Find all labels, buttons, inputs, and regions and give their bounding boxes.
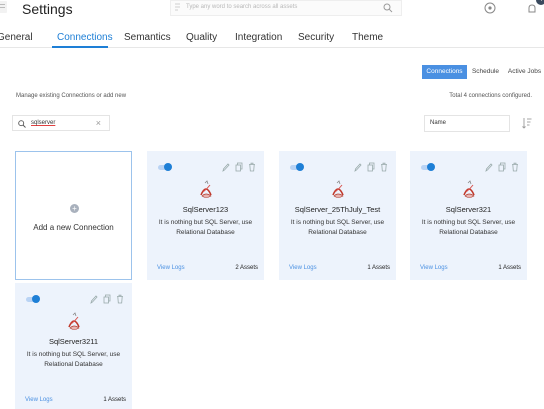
clear-filter-icon[interactable]: × xyxy=(96,118,101,128)
enable-toggle[interactable] xyxy=(158,163,172,171)
pencil-icon[interactable] xyxy=(222,162,230,172)
connection-description: It is nothing but SQL Server, use Relati… xyxy=(158,219,253,236)
connection-name: SqlServer321 xyxy=(445,205,492,214)
plus-icon: + xyxy=(70,204,79,213)
connection-filter-input[interactable]: sqlserver × xyxy=(12,115,110,131)
connection-card[interactable]: SqlServer321 It is nothing but SQL Serve… xyxy=(410,151,527,280)
view-toggle: Connections Schedule Active Jobs xyxy=(422,65,544,79)
view-logs-link[interactable]: View Logs xyxy=(420,265,448,271)
view-logs-link[interactable]: View Logs xyxy=(25,397,53,403)
connection-card[interactable]: SqlServer_25ThJuly_Test It is nothing bu… xyxy=(279,151,396,280)
tab-theme[interactable]: Theme xyxy=(352,32,383,43)
filter-value: sqlserver xyxy=(31,120,56,126)
asset-count: 1 Assets xyxy=(103,397,126,403)
enable-toggle[interactable] xyxy=(421,163,435,171)
pencil-icon[interactable] xyxy=(485,162,493,172)
search-icon xyxy=(18,120,26,128)
sort-value: Name xyxy=(430,120,447,126)
copy-icon[interactable] xyxy=(498,162,506,172)
view-logs-link[interactable]: View Logs xyxy=(289,265,317,271)
trash-icon[interactable] xyxy=(116,294,124,304)
add-connection-card[interactable]: + Add a new Connection xyxy=(15,151,132,280)
view-connections-button[interactable]: Connections xyxy=(422,65,467,79)
tab-quality[interactable]: Quality xyxy=(186,32,217,43)
tab-connections[interactable]: Connections xyxy=(57,32,113,43)
sort-select[interactable]: Name xyxy=(424,115,510,132)
filter-icon xyxy=(175,3,180,11)
copy-icon[interactable] xyxy=(367,162,375,172)
page-title: Settings xyxy=(22,1,73,17)
pencil-icon[interactable] xyxy=(354,162,362,172)
tab-semantics[interactable]: Semantics xyxy=(124,32,171,43)
pencil-icon[interactable] xyxy=(90,294,98,304)
trash-icon[interactable] xyxy=(511,162,519,172)
tab-security[interactable]: Security xyxy=(298,32,334,43)
view-active-jobs-button[interactable]: Active Jobs xyxy=(505,65,544,79)
connection-card[interactable]: SqlServer123 It is nothing but SQL Serve… xyxy=(147,151,264,280)
view-logs-link[interactable]: View Logs xyxy=(157,265,185,271)
tab-general[interactable]: General xyxy=(0,32,33,43)
enable-toggle[interactable] xyxy=(290,163,304,171)
connection-description: It is nothing but SQL Server, use Relati… xyxy=(421,219,516,236)
connection-card[interactable]: SqlServer3211 It is nothing but SQL Serv… xyxy=(15,283,132,409)
app-header: Settings Type any word to search across … xyxy=(0,0,544,20)
settings-tabs: General Connections Semantics Quality In… xyxy=(0,26,544,48)
connection-name: SqlServer_25ThJuly_Test xyxy=(294,205,381,214)
global-search[interactable]: Type any word to search across all asset… xyxy=(170,0,402,16)
connection-description: It is nothing but SQL Server, use Relati… xyxy=(290,219,385,236)
help-icon[interactable] xyxy=(484,2,496,14)
sort-icon[interactable] xyxy=(522,117,532,129)
search-icon[interactable] xyxy=(383,3,393,13)
sql-server-icon xyxy=(68,312,80,330)
sql-server-icon xyxy=(332,180,344,198)
notification-badge: 4 xyxy=(536,0,544,5)
add-connection-label: Add a new Connection xyxy=(33,223,114,232)
total-connections-text: Total 4 connections configured. xyxy=(449,93,532,99)
asset-count: 1 Assets xyxy=(498,265,521,271)
enable-toggle[interactable] xyxy=(26,295,40,303)
sql-server-icon xyxy=(200,180,212,198)
connection-name: SqlServer3211 xyxy=(48,337,99,346)
copy-icon[interactable] xyxy=(235,162,243,172)
manage-connections-text: Manage existing Connections or add new xyxy=(16,93,127,99)
app-logo-icon[interactable] xyxy=(0,1,7,13)
asset-count: 1 Assets xyxy=(367,265,390,271)
asset-count: 2 Assets xyxy=(235,265,258,271)
trash-icon[interactable] xyxy=(248,162,256,172)
sql-server-icon xyxy=(463,180,475,198)
trash-icon[interactable] xyxy=(380,162,388,172)
copy-icon[interactable] xyxy=(103,294,111,304)
active-tab-indicator xyxy=(52,46,108,48)
connection-description: It is nothing but SQL Server, use Relati… xyxy=(26,351,121,368)
tab-integration[interactable]: Integration xyxy=(235,32,282,43)
view-schedule-button[interactable]: Schedule xyxy=(469,65,502,79)
bell-icon[interactable] xyxy=(528,4,536,14)
connection-name: SqlServer123 xyxy=(182,205,229,214)
search-placeholder: Type any word to search across all asset… xyxy=(186,4,298,10)
